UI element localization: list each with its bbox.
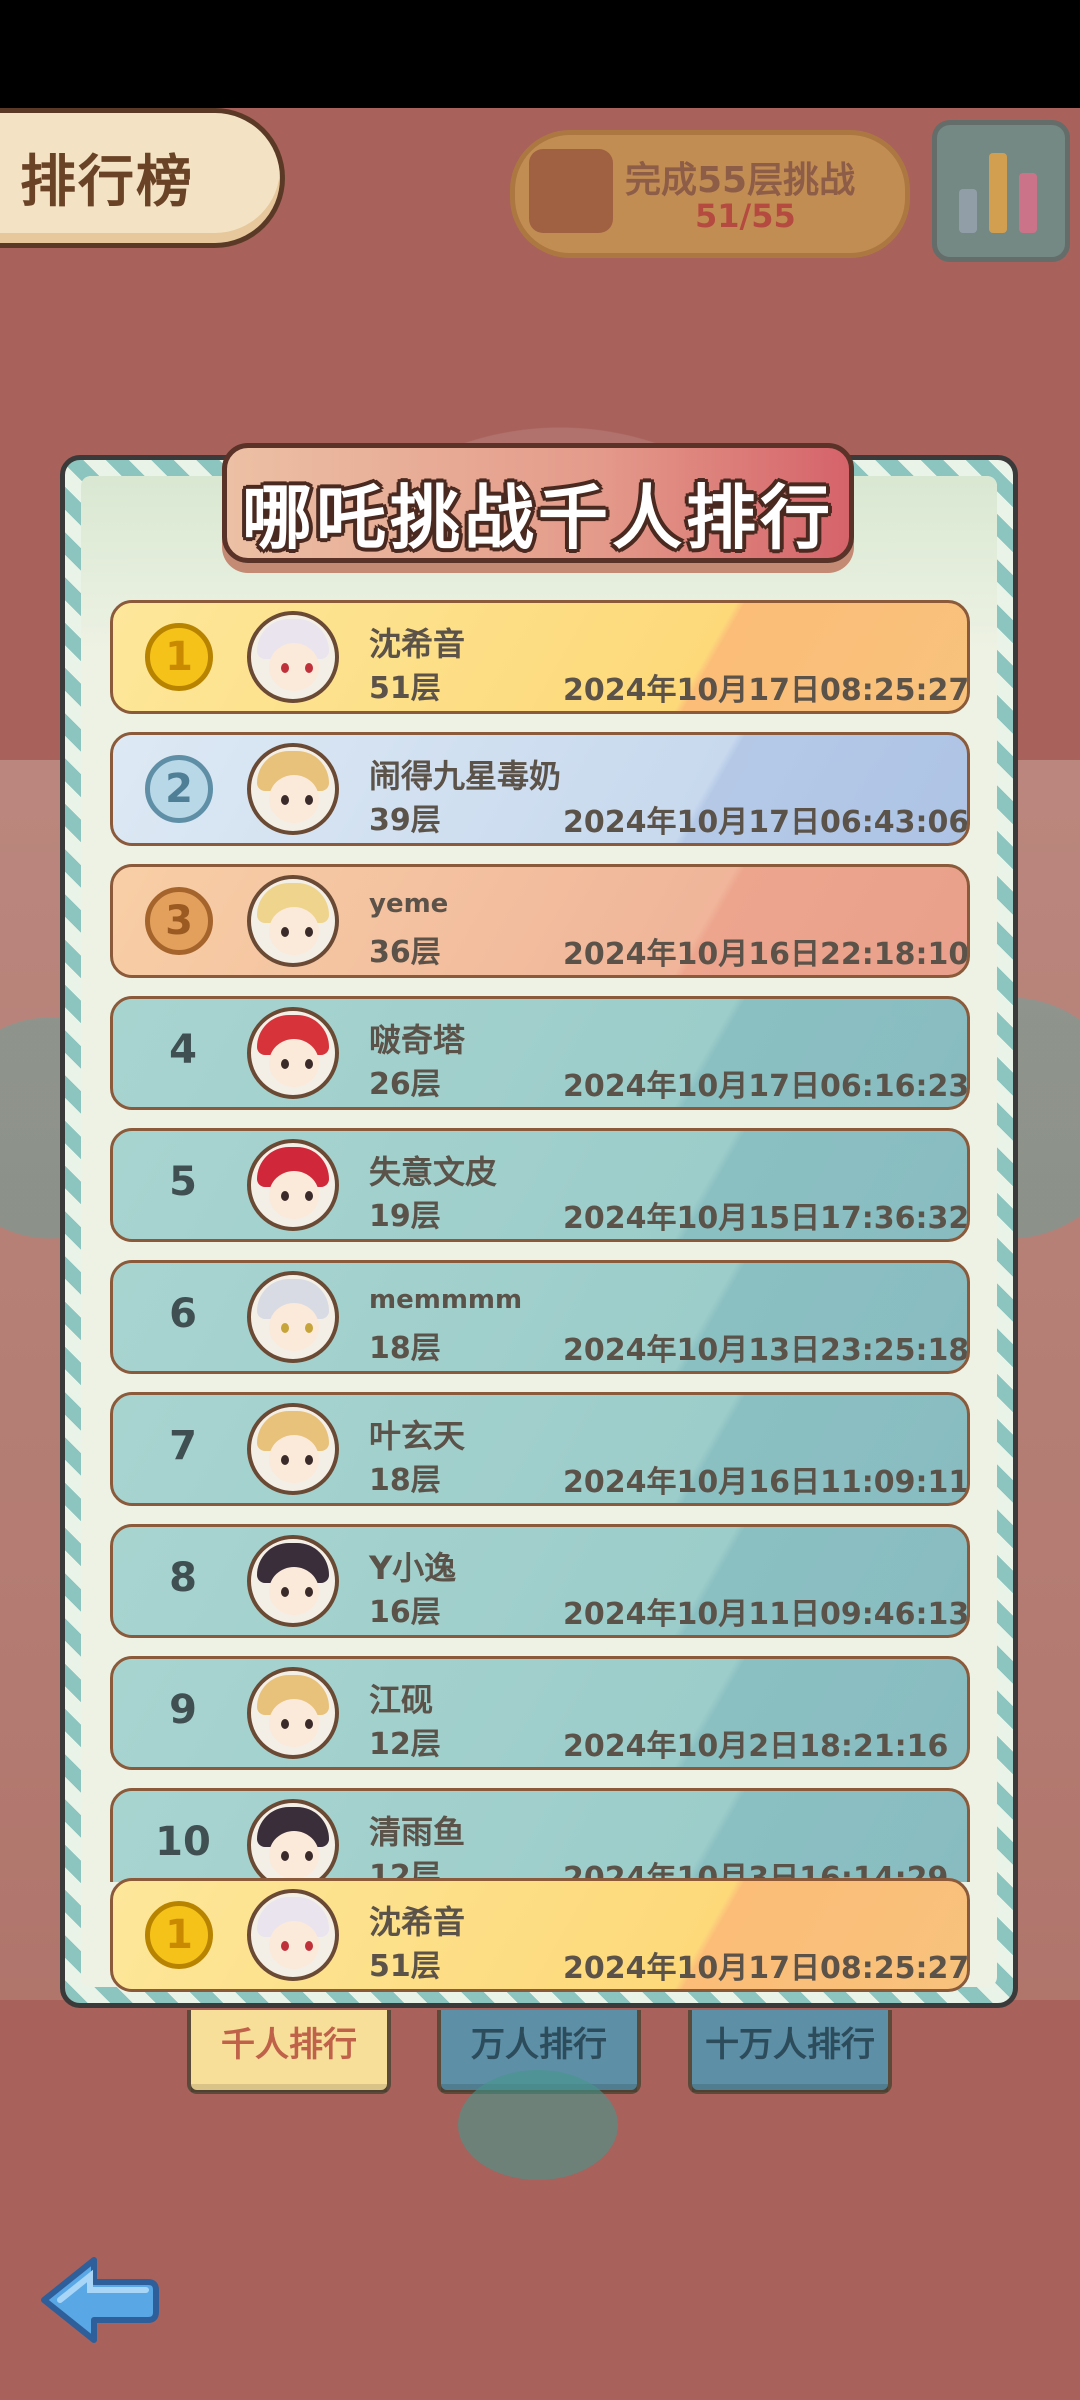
player-name: 啵奇塔 — [369, 1021, 466, 1059]
floor-reached: 18层 — [369, 1331, 441, 1366]
player-name: Y小逸 — [369, 1549, 457, 1587]
ranking-row[interactable]: 5 失意文皮 19层 2024年10月15日17:36:32 — [110, 1128, 970, 1242]
floor-reached: 36层 — [369, 935, 441, 970]
ranking-row[interactable]: 10 清雨鱼 12层 2024年10月3日16:14:29 — [110, 1788, 970, 1882]
rank-number: 5 — [169, 1159, 197, 1205]
floor-reached: 26层 — [369, 1067, 441, 1102]
avatar[interactable] — [247, 1667, 339, 1759]
player-name: 闹得九星毒奶 — [369, 757, 562, 795]
player-name: 清雨鱼 — [369, 1813, 466, 1851]
gold-medal-icon: 1 — [145, 623, 213, 691]
record-time: 2024年10月17日08:25:27 — [563, 1951, 970, 1986]
player-name: memmmm — [369, 1285, 523, 1315]
avatar[interactable] — [247, 1535, 339, 1627]
task-progress: 51/55 — [695, 197, 796, 235]
challenge-task-button[interactable]: 完成55层挑战 51/55 — [510, 130, 910, 258]
floor-reached: 51层 — [369, 1949, 441, 1984]
player-name: 叶玄天 — [369, 1417, 466, 1455]
task-description: 完成55层挑战 — [625, 160, 856, 201]
bar-chart-icon — [1019, 173, 1037, 233]
gift-box-icon — [529, 149, 613, 233]
leaderboard-stats-button[interactable] — [932, 120, 1070, 262]
avatar[interactable] — [247, 743, 339, 835]
rank-number: 9 — [169, 1687, 197, 1733]
status-bar — [0, 0, 1080, 108]
rank-number: 6 — [169, 1291, 197, 1337]
floor-reached: 39层 — [369, 803, 441, 838]
ranking-banner: 哪吒挑战千人排行 — [222, 443, 854, 563]
record-time: 2024年10月17日08:25:27 — [563, 673, 970, 708]
tab-hundred-thousand-ranking[interactable]: 十万人排行 — [688, 2010, 892, 2094]
avatar[interactable] — [247, 1889, 339, 1981]
floor-reached: 12层 — [369, 1727, 441, 1762]
player-name: 失意文皮 — [369, 1153, 498, 1191]
ranking-row[interactable]: 6 memmmm 18层 2024年10月13日23:25:18 — [110, 1260, 970, 1374]
ranking-row[interactable]: 9 江砚 12层 2024年10月2日18:21:16 — [110, 1656, 970, 1770]
record-time: 2024年10月2日18:21:16 — [563, 1729, 949, 1764]
gold-medal-icon: 1 — [145, 1901, 213, 1969]
ranking-list[interactable]: 1 沈希音 51层 2024年10月17日08:25:27 2 闹得九星毒奶 3… — [110, 600, 970, 1882]
player-name: 沈希音 — [369, 1903, 466, 1941]
tab-thousand-ranking[interactable]: 千人排行 — [187, 2010, 391, 2094]
ranking-row[interactable]: 2 闹得九星毒奶 39层 2024年10月17日06:43:06 — [110, 732, 970, 846]
record-time: 2024年10月13日23:25:18 — [563, 1333, 970, 1368]
silver-medal-icon: 2 — [145, 755, 213, 823]
avatar[interactable] — [247, 875, 339, 967]
floor-reached: 19层 — [369, 1199, 441, 1234]
rank-number: 10 — [155, 1819, 211, 1865]
bronze-medal-icon: 3 — [145, 887, 213, 955]
player-name: 江砚 — [369, 1681, 434, 1719]
avatar[interactable] — [247, 1139, 339, 1231]
background-emblem — [458, 2070, 618, 2180]
page-title: 排行榜 — [20, 150, 194, 215]
bar-chart-icon — [989, 153, 1007, 233]
back-arrow-icon[interactable] — [36, 2250, 161, 2350]
record-time: 2024年10月17日06:16:23 — [563, 1069, 970, 1104]
record-time: 2024年10月17日06:43:06 — [563, 805, 970, 840]
avatar[interactable] — [247, 1799, 339, 1882]
floor-reached: 51层 — [369, 671, 441, 706]
ranking-row[interactable]: 4 啵奇塔 26层 2024年10月17日06:16:23 — [110, 996, 970, 1110]
rank-number: 7 — [169, 1423, 197, 1469]
ranking-row[interactable]: 8 Y小逸 16层 2024年10月11日09:46:13 — [110, 1524, 970, 1638]
avatar[interactable] — [247, 611, 339, 703]
record-time: 2024年10月16日11:09:11 — [563, 1465, 970, 1500]
avatar[interactable] — [247, 1403, 339, 1495]
ranking-row[interactable]: 3 yeme 36层 2024年10月16日22:18:10 — [110, 864, 970, 978]
floor-reached: 18层 — [369, 1463, 441, 1498]
player-name: 沈希音 — [369, 625, 466, 663]
rank-number: 4 — [169, 1027, 197, 1073]
floor-reached: 16层 — [369, 1595, 441, 1630]
my-ranking-row[interactable]: 1 沈希音 51层 2024年10月17日08:25:27 — [110, 1878, 970, 1992]
player-name: yeme — [369, 889, 449, 919]
ranking-row[interactable]: 1 沈希音 51层 2024年10月17日08:25:27 — [110, 600, 970, 714]
page-title-tab: 排行榜 — [0, 108, 285, 248]
rank-number: 8 — [169, 1555, 197, 1601]
ranking-title: 哪吒挑战千人排行 — [242, 477, 834, 559]
avatar[interactable] — [247, 1007, 339, 1099]
record-time: 2024年10月11日09:46:13 — [563, 1597, 970, 1632]
avatar[interactable] — [247, 1271, 339, 1363]
ranking-row[interactable]: 7 叶玄天 18层 2024年10月16日11:09:11 — [110, 1392, 970, 1506]
record-time: 2024年10月16日22:18:10 — [563, 937, 970, 972]
bar-chart-icon — [959, 189, 977, 233]
record-time: 2024年10月15日17:36:32 — [563, 1201, 970, 1236]
